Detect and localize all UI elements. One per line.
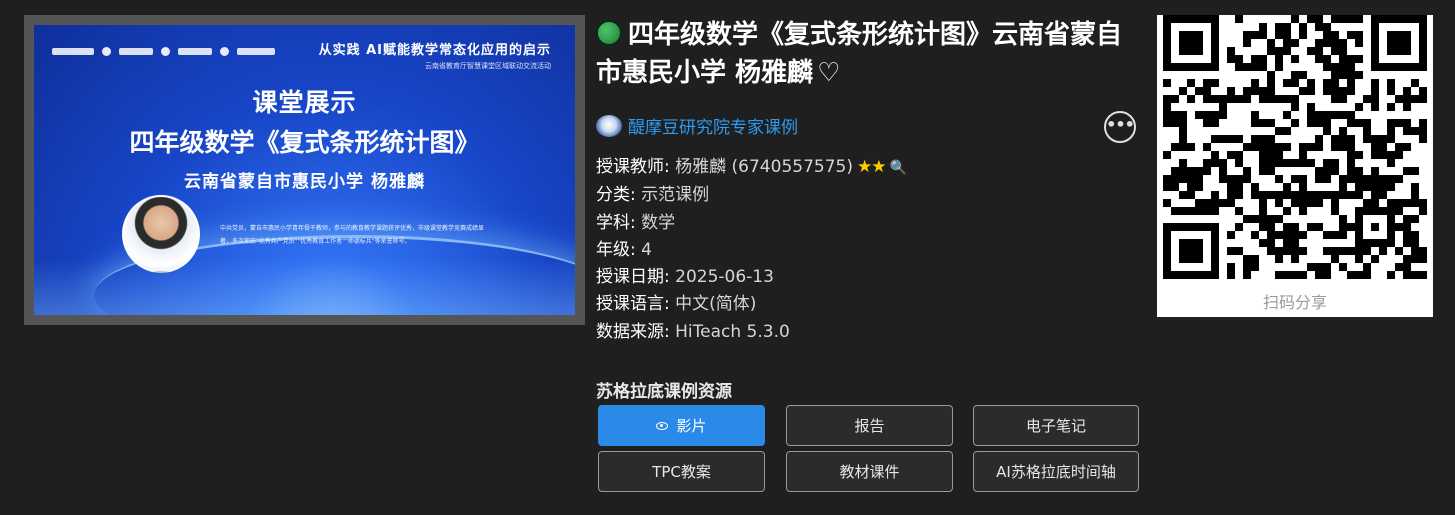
rating-stars: ★★ <box>856 157 887 177</box>
slide-event-title: 从实践 AI赋能教学常态化应用的启示 云南省教育厅智慧课堂区域联动交流活动 <box>319 39 551 71</box>
slide-lesson-title: 四年级数学《复式条形统计图》 <box>129 128 480 157</box>
meta-row-teacher: 授课教师: 杨雅麟 (6740557575) ★★ 🔍 <box>596 154 907 182</box>
partner-logo <box>52 48 94 55</box>
meta-row-language: 授课语言: 中文(简体) <box>596 291 907 318</box>
meta-label: 学科: <box>596 212 642 233</box>
meta-row-subject: 学科: 数学 <box>596 210 907 237</box>
slide-teacher-bio: 中共党员，蒙自市惠民小学青年骨干教师，参与的教育教学课题获评优秀，市级课堂教学竞… <box>220 225 485 245</box>
partner-logo <box>178 48 212 55</box>
partner-logo-icon <box>220 47 229 56</box>
partner-logo-icon <box>102 47 111 56</box>
meta-label: 分类: <box>596 185 642 206</box>
meta-value: 4 <box>641 239 652 260</box>
e-notes-button-label: 电子笔记 <box>1025 417 1086 435</box>
tpc-lesson-plan-button[interactable]: TPC教案 <box>598 451 765 492</box>
teacher-portrait <box>122 195 200 273</box>
meta-value: 数学 <box>641 212 676 233</box>
meta-row-date: 授课日期: 2025-06-13 <box>596 264 907 291</box>
tpc-button-label: TPC教案 <box>652 463 711 481</box>
e-notes-button[interactable]: 电子笔记 <box>973 405 1139 446</box>
slide-event-sub: 云南省教育厅智慧课堂区域联动交流活动 <box>425 62 551 70</box>
video-button[interactable]: 影片 <box>598 405 765 446</box>
institute-logo-icon <box>596 114 622 137</box>
meta-label: 年级: <box>596 239 642 260</box>
slide-event-main: 从实践 AI赋能教学常态化应用的启示 <box>318 43 551 58</box>
meta-label: 授课日期: <box>596 267 676 288</box>
more-options-button[interactable]: ••• <box>1104 111 1136 143</box>
globe-icon <box>596 20 622 46</box>
qr-caption: 扫码分享 <box>1262 293 1327 312</box>
partner-logo <box>119 48 153 55</box>
qr-share-card: 扫码分享 <box>1157 15 1433 317</box>
courseware-button-label: 教材课件 <box>839 463 900 481</box>
heart-icon[interactable]: ♡ <box>817 54 840 92</box>
ai-timeline-button-label: AI苏格拉底时间轴 <box>996 463 1116 481</box>
slide-logos <box>52 47 275 56</box>
slide-teacher: 云南省蒙自市惠民小学 杨雅麟 <box>184 172 425 192</box>
courseware-button[interactable]: 教材课件 <box>786 451 953 492</box>
meta-value: 中文(简体) <box>675 294 757 315</box>
search-icon[interactable]: 🔍 <box>889 160 906 176</box>
video-thumbnail[interactable]: 从实践 AI赋能教学常态化应用的启示 云南省教育厅智慧课堂区域联动交流活动 课堂… <box>24 15 585 325</box>
video-button-label: 影片 <box>676 417 707 435</box>
meta-label: 数据来源: <box>596 321 676 342</box>
meta-label: 授课教师: <box>596 157 676 177</box>
resources-heading: 苏格拉底课例资源 <box>596 382 732 402</box>
lesson-meta: 授课教师: 杨雅麟 (6740557575) ★★ 🔍 分类: 示范课例 学科: 数… <box>596 154 907 346</box>
partner-logo <box>237 48 275 55</box>
report-button-label: 报告 <box>854 417 885 435</box>
meta-row-grade: 年级: 4 <box>596 237 907 264</box>
thumbnail-slide: 从实践 AI赋能教学常态化应用的启示 云南省教育厅智慧课堂区域联动交流活动 课堂… <box>34 25 575 315</box>
eye-icon <box>656 421 669 430</box>
meta-value: 2025-06-13 <box>675 267 774 288</box>
meta-label: 授课语言: <box>596 294 676 315</box>
meta-row-source: 数据来源: HiTeach 5.3.0 <box>596 319 907 346</box>
source-link[interactable]: 醍摩豆研究院专家课例 <box>628 113 798 138</box>
meta-value: HiTeach 5.3.0 <box>675 321 790 342</box>
source-row: 醍摩豆研究院专家课例 <box>596 113 798 138</box>
meta-value: 示范课例 <box>641 185 710 206</box>
slide-glow-floor <box>34 260 575 315</box>
meta-value: 杨雅麟 (6740557575) <box>675 157 853 177</box>
lesson-title-text: 四年级数学《复式条形统计图》云南省蒙自市惠民小学 杨雅麟 <box>596 20 1123 88</box>
ai-timeline-button[interactable]: AI苏格拉底时间轴 <box>973 451 1139 492</box>
slide-heading: 课堂展示 <box>252 88 357 117</box>
report-button[interactable]: 报告 <box>786 405 953 446</box>
slide-title-block: 课堂展示 四年级数学《复式条形统计图》 云南省蒙自市惠民小学 杨雅麟 <box>34 83 575 192</box>
lesson-title: 四年级数学《复式条形统计图》云南省蒙自市惠民小学 杨雅麟 ♡ <box>596 16 1141 92</box>
partner-logo-icon <box>161 47 170 56</box>
meta-row-category: 分类: 示范课例 <box>596 182 907 209</box>
qr-code[interactable] <box>1163 15 1427 279</box>
